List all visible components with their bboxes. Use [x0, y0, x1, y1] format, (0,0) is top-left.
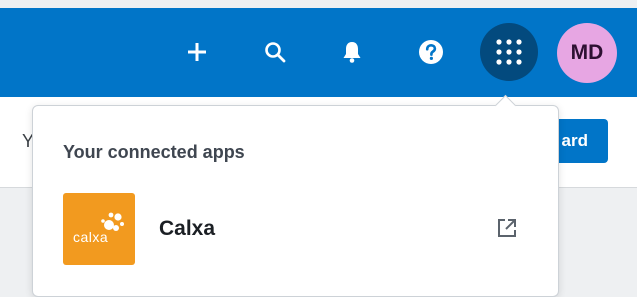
- top-navigation-bar: MD: [0, 8, 637, 97]
- calxa-logo-text: calxa: [73, 229, 109, 245]
- calxa-logo: calxa: [63, 193, 135, 265]
- help-button[interactable]: [402, 23, 460, 81]
- question-circle-icon: [419, 40, 443, 64]
- search-button[interactable]: [246, 23, 304, 81]
- notifications-button[interactable]: [323, 23, 381, 81]
- connected-apps-dropdown: Your connected apps calxa Calxa: [32, 94, 559, 297]
- external-link-icon: [498, 219, 516, 237]
- grid-dots-icon: [496, 39, 522, 65]
- plus-icon: [188, 43, 206, 61]
- add-button[interactable]: [168, 23, 226, 81]
- open-app-link[interactable]: [496, 217, 518, 239]
- app-name: Calxa: [159, 217, 216, 240]
- connected-app-item[interactable]: calxa Calxa: [33, 186, 558, 272]
- apps-menu-button[interactable]: [480, 23, 538, 81]
- bell-icon: [343, 42, 361, 63]
- user-avatar[interactable]: MD: [557, 23, 617, 83]
- dropdown-heading: Your connected apps: [63, 142, 245, 162]
- search-icon: [265, 42, 286, 63]
